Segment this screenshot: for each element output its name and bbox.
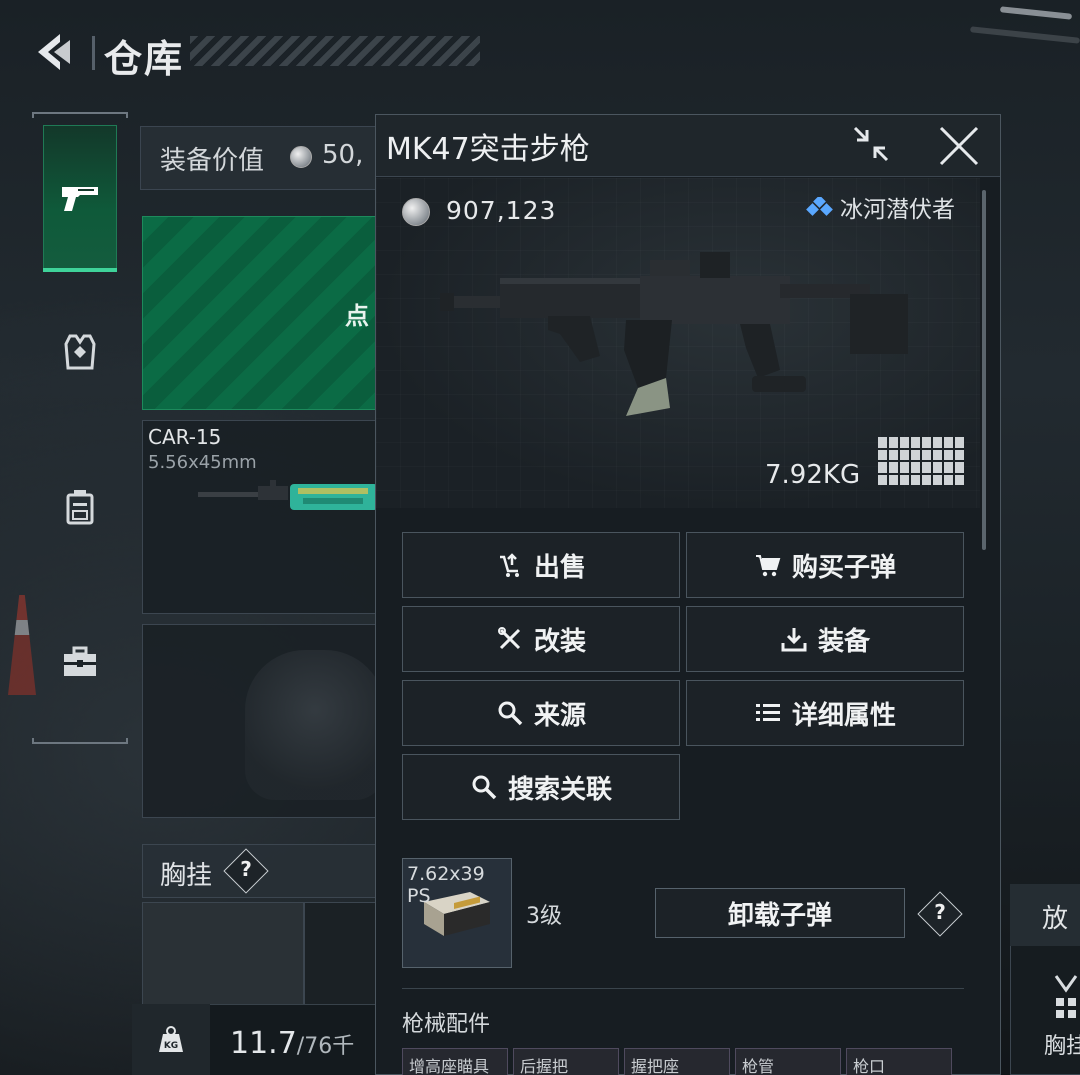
sell-label: 出售	[533, 552, 586, 583]
coin-icon	[290, 146, 312, 168]
attachment-slot[interactable]: 握把座	[624, 1048, 730, 1075]
item-weight: 7.92KG	[765, 460, 861, 490]
back-arrow-icon[interactable]	[32, 28, 80, 76]
tab-weapons[interactable]	[43, 125, 117, 272]
rail-bracket-bottom	[32, 738, 128, 744]
attachments-title: 枪械配件	[402, 1012, 491, 1037]
chest-rig-icon	[1054, 975, 1078, 1018]
tab-armor[interactable]	[43, 280, 117, 424]
svg-text:KG: KG	[164, 1041, 178, 1051]
carry-weight: 11.7/76千	[230, 1026, 354, 1061]
tab-case[interactable]	[43, 590, 117, 734]
ammo-name: 7.62x39	[407, 863, 485, 885]
details-label: 详细属性	[791, 700, 896, 731]
rail-bracket-top	[32, 112, 128, 118]
coin-icon	[402, 198, 430, 226]
stash-item-label: 胸挂	[1044, 1034, 1080, 1059]
search-related-label: 搜索关联	[507, 774, 612, 805]
close-icon[interactable]	[937, 124, 981, 168]
ammo-caliber: 7.62x39 PS	[407, 863, 485, 907]
weapon-caliber: 5.56x45mm	[148, 452, 257, 473]
background-road-marking	[969, 26, 1080, 44]
search-icon	[472, 775, 497, 800]
stash-panel-title: 放	[1042, 904, 1069, 934]
source-button[interactable]: 来源	[402, 680, 680, 746]
chest-rig-label: 胸挂	[160, 861, 213, 891]
item-source-tag: 冰河潜伏者	[806, 190, 955, 224]
equip-button[interactable]: 装备	[686, 606, 964, 672]
item-price: 907,123	[446, 196, 557, 225]
background-road-marking	[999, 6, 1073, 20]
equipment-value: 50,	[322, 140, 364, 170]
slot-hint-text: 点	[345, 302, 369, 330]
popup-scrollbar[interactable]	[982, 190, 986, 550]
ammo-level: 3级	[526, 904, 562, 929]
rifle-image	[198, 480, 378, 510]
source-label: 来源	[533, 700, 586, 731]
tab-backpack[interactable]	[43, 435, 117, 579]
page-title: 仓库	[104, 37, 185, 81]
search-icon	[498, 701, 523, 726]
carry-weight-total: /76千	[296, 1034, 355, 1059]
weight-kg-icon: KG	[132, 1004, 210, 1075]
modify-label: 改装	[533, 626, 586, 657]
item-title: MK47突击步枪	[386, 132, 590, 167]
equip-label: 装备	[817, 626, 870, 657]
carry-weight-current: 11.7	[230, 1026, 297, 1061]
ammo-type: PS	[407, 885, 431, 907]
vest-icon	[64, 334, 96, 370]
backpack-icon	[66, 490, 94, 525]
unload-ammo-button[interactable]: 卸载子弹	[655, 888, 905, 938]
source-diamond-icon	[806, 197, 833, 216]
list-icon	[755, 704, 780, 721]
details-button[interactable]: 详细属性	[686, 680, 964, 746]
buy-ammo-label: 购买子弹	[791, 552, 896, 583]
attachment-slot[interactable]: 后握把	[513, 1048, 619, 1075]
buy-ammo-button[interactable]: 购买子弹	[686, 532, 964, 598]
toolbox-icon	[64, 646, 96, 676]
title-divider	[92, 36, 95, 70]
mk47-rifle-image	[440, 252, 908, 416]
attachment-slot[interactable]: 增高座瞄具	[402, 1048, 508, 1075]
collapse-icon[interactable]	[849, 122, 893, 166]
attachment-slot[interactable]: 枪口	[846, 1048, 952, 1075]
helmet-silhouette	[245, 650, 385, 800]
weapon-name: CAR-15	[148, 425, 222, 449]
search-related-button[interactable]: 搜索关联	[402, 754, 680, 820]
title-stripes-decoration	[190, 36, 480, 66]
chest-rig-slot-secondary[interactable]	[304, 902, 382, 1007]
chest-rig-slot[interactable]	[142, 902, 304, 1007]
sell-icon	[499, 553, 519, 577]
modify-button[interactable]: 改装	[402, 606, 680, 672]
sell-button[interactable]: 出售	[402, 532, 680, 598]
item-size-grid-icon	[878, 437, 964, 485]
pistol-icon	[62, 187, 98, 211]
equip-download-icon	[781, 628, 807, 652]
item-source-name: 冰河潜伏者	[840, 197, 955, 223]
attachment-slot[interactable]: 枪管	[735, 1048, 841, 1075]
modify-tools-icon	[497, 627, 521, 650]
section-divider	[402, 988, 964, 989]
background-traffic-cone	[8, 595, 36, 695]
cart-icon	[755, 555, 781, 577]
help-symbol: ?	[934, 900, 946, 924]
help-symbol: ?	[240, 857, 252, 881]
equipment-value-label: 装备价值	[160, 146, 265, 176]
secondary-weapon-slot[interactable]	[142, 420, 382, 614]
